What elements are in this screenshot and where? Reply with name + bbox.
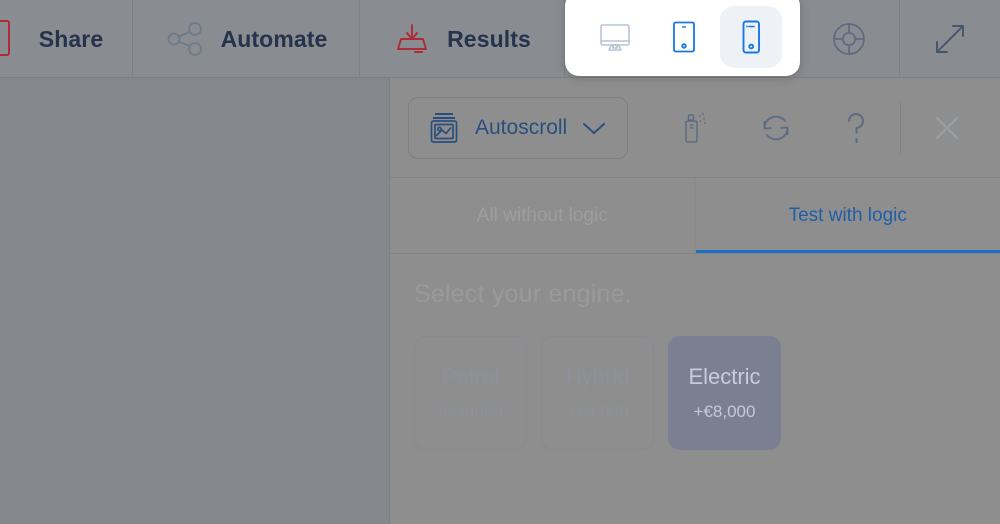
tab-all-without-logic[interactable]: All without logic	[390, 178, 696, 253]
toolbar-label-automate: Automate	[220, 25, 328, 52]
device-option-tablet[interactable]	[652, 6, 714, 68]
share-clip-icon	[0, 20, 10, 56]
choice-list: Petrol Included Hybrid +€4,000 Electric …	[414, 336, 976, 450]
screenshot-image-icon	[427, 110, 461, 146]
autoscroll-label: Autoscroll	[475, 115, 568, 139]
device-option-phone[interactable]	[719, 6, 782, 68]
toolbar-item-results[interactable]: Results	[360, 0, 565, 78]
app-root: Share Automate Results Autoscroll All wi…	[0, 0, 1000, 524]
share-nodes-icon	[165, 22, 205, 56]
device-type-popup	[565, 0, 800, 76]
choice-subtitle: +€8,000	[693, 402, 756, 421]
refresh-icon	[759, 111, 793, 145]
spray-can-button[interactable]	[656, 97, 736, 159]
chevron-down-icon	[581, 120, 607, 136]
price-text: Price: €48,000	[414, 481, 543, 503]
expand-arrows-icon	[931, 20, 969, 58]
choice-subtitle: +€4,000	[566, 402, 629, 421]
help-button[interactable]	[799, 0, 900, 78]
help-question-button[interactable]	[816, 97, 896, 159]
choice-subtitle: Included	[438, 402, 503, 421]
refresh-button[interactable]	[736, 97, 816, 159]
choice-electric[interactable]: Electric +€8,000	[668, 336, 781, 450]
toolbar-label-share: Share	[38, 25, 104, 52]
tablet-icon	[668, 20, 698, 54]
toolbar-label-results: Results	[447, 25, 531, 52]
mobile-phone-icon	[738, 19, 764, 55]
preview-panel-header: Autoscroll	[390, 78, 1000, 178]
choice-title: Hybrid	[565, 364, 630, 389]
preview-tabs: All without logic Test with logic	[390, 178, 1000, 254]
spray-can-icon	[680, 110, 712, 146]
toolbar-item-share[interactable]: Share	[0, 0, 133, 78]
tab-label: Test with logic	[788, 204, 907, 226]
choice-title: Electric	[688, 364, 761, 389]
autoscroll-dropdown[interactable]: Autoscroll	[408, 96, 629, 159]
lifebuoy-icon	[829, 19, 869, 59]
choice-petrol[interactable]: Petrol Included	[414, 336, 527, 450]
choice-title: Petrol	[441, 364, 500, 389]
top-toolbar: Share Automate Results	[0, 0, 1000, 78]
device-option-desktop[interactable]	[584, 6, 646, 68]
tab-label: All without logic	[476, 204, 608, 226]
results-inbox-icon	[393, 21, 431, 57]
desktop-monitor-icon	[598, 20, 632, 54]
close-icon	[932, 113, 962, 143]
canvas-dim-overlay	[0, 78, 389, 524]
preview-panel: Autoscroll All without logic Test with l…	[390, 78, 1000, 524]
question-mark-icon	[842, 109, 870, 147]
tab-test-with-logic[interactable]: Test with logic	[695, 178, 1000, 253]
choice-hybrid[interactable]: Hybrid +€4,000	[541, 336, 654, 450]
toolbar-item-automate[interactable]: Automate	[133, 0, 360, 78]
close-preview-button[interactable]	[907, 97, 987, 159]
expand-button[interactable]	[900, 0, 1000, 78]
question-text: Select your engine.	[414, 280, 632, 308]
form-preview-body: Select your engine. Petrol Included Hybr…	[390, 254, 1000, 504]
panel-action-icons	[656, 97, 987, 159]
action-separator	[900, 100, 902, 155]
